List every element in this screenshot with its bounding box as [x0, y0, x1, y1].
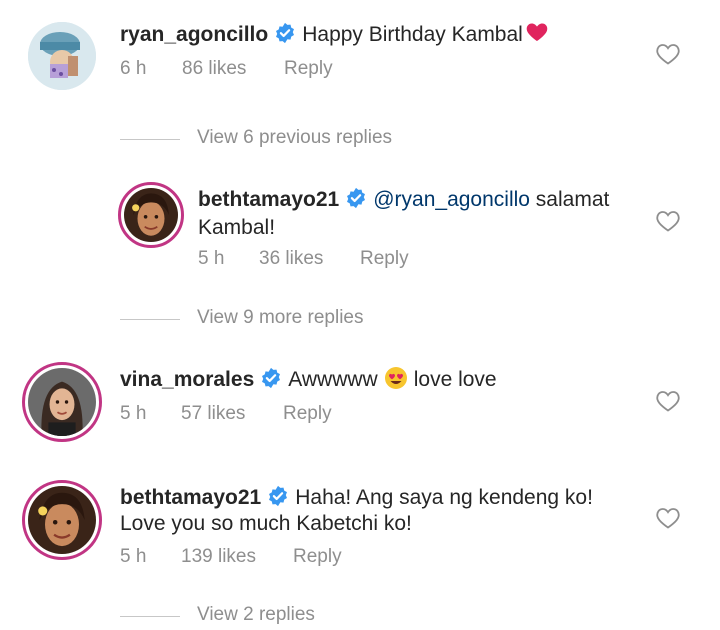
comment-meta: 6 h 86 likes Reply — [120, 58, 420, 82]
avatar-beth-image — [28, 486, 96, 554]
divider-line — [120, 616, 180, 617]
comment-text: Happy Birthday Kambal — [302, 23, 523, 46]
comment-text: salamat — [529, 188, 610, 211]
heart-icon[interactable] — [656, 43, 680, 65]
avatar-ryan-image — [28, 22, 96, 90]
comment-vina-morales: vina_morales Awwwww love love 5 h 57 likes… — [0, 350, 720, 460]
timestamp: 5 h — [120, 546, 147, 567]
comment-line: ryan_agoncillo Happy Birthday Kambal — [120, 20, 551, 49]
comment-line: bethtamayo21 Haha! Ang saya ng kendeng ko… — [120, 484, 593, 512]
view-more-replies-label: View 9 more replies — [197, 307, 364, 328]
timestamp: 5 h — [198, 248, 225, 269]
username-link[interactable]: bethtamayo21 — [198, 188, 339, 211]
heart-icon[interactable] — [656, 507, 680, 529]
view-replies-label: View 2 replies — [197, 604, 315, 625]
mention-link[interactable]: @ryan_agoncillo — [373, 188, 530, 211]
username-link[interactable]: ryan_agoncillo — [120, 23, 268, 46]
comment-text-line-2: Love you so much Kabetchi ko! — [120, 512, 412, 535]
likes-count[interactable]: 86 likes — [182, 58, 246, 80]
timestamp: 5 h — [120, 403, 147, 424]
divider-line — [120, 139, 180, 140]
avatar[interactable] — [22, 480, 102, 560]
verified-badge-icon — [347, 187, 366, 209]
reply-button[interactable]: Reply — [293, 546, 342, 568]
avatar[interactable] — [118, 182, 184, 248]
comment-meta: 5 h 139 likes Reply — [120, 546, 420, 570]
heart-icon[interactable] — [656, 390, 680, 412]
comment-line: bethtamayo21 @ryan_agoncillo salamat — [198, 186, 609, 214]
avatar[interactable] — [28, 22, 96, 90]
heart-icon[interactable] — [656, 210, 680, 232]
comment-line: vina_morales Awwwww love love — [120, 366, 497, 394]
verified-badge-icon — [269, 485, 288, 507]
avatar-beth-image — [124, 188, 178, 242]
heart-eyes-emoji — [384, 367, 407, 389]
comment-meta: 5 h 57 likes Reply — [120, 403, 420, 427]
comment-text: love love — [413, 368, 497, 391]
reply-button[interactable]: Reply — [284, 58, 333, 80]
reply-bethtamayo21: bethtamayo21 @ryan_agoncillo salamat Kamb… — [0, 170, 720, 280]
view-previous-replies-link[interactable]: View 6 previous replies — [120, 127, 480, 153]
comment-meta: 5 h 36 likes Reply — [198, 248, 498, 272]
comment-text: Awwwww — [288, 368, 378, 391]
likes-count[interactable]: 36 likes — [259, 248, 323, 270]
verified-badge-icon — [276, 22, 295, 44]
comment-text-line-2: Kambal! — [198, 216, 276, 239]
reply-button[interactable]: Reply — [360, 248, 409, 270]
comment-text: Haha! Ang saya ng kendeng ko! — [295, 486, 593, 509]
view-more-replies-link[interactable]: View 9 more replies — [120, 307, 480, 333]
likes-count[interactable]: 57 likes — [181, 403, 245, 425]
verified-badge-icon — [262, 367, 281, 389]
view-replies-link[interactable]: View 2 replies — [120, 604, 480, 630]
username-link[interactable]: bethtamayo21 — [120, 486, 261, 509]
username-link[interactable]: vina_morales — [120, 368, 254, 391]
avatar[interactable] — [22, 362, 102, 442]
view-previous-replies-label: View 6 previous replies — [197, 127, 393, 148]
avatar-vina-image — [28, 368, 96, 436]
divider-line — [120, 319, 180, 320]
red-heart-emoji — [526, 23, 548, 41]
comment-bethtamayo21: bethtamayo21 Haha! Ang saya ng kendeng ko… — [0, 470, 720, 590]
comment-ryan-agoncillo: ryan_agoncillo Happy Birthday Kambal 6 h … — [0, 0, 720, 110]
likes-count[interactable]: 139 likes — [181, 546, 256, 568]
reply-button[interactable]: Reply — [283, 403, 332, 425]
timestamp: 6 h — [120, 58, 147, 79]
